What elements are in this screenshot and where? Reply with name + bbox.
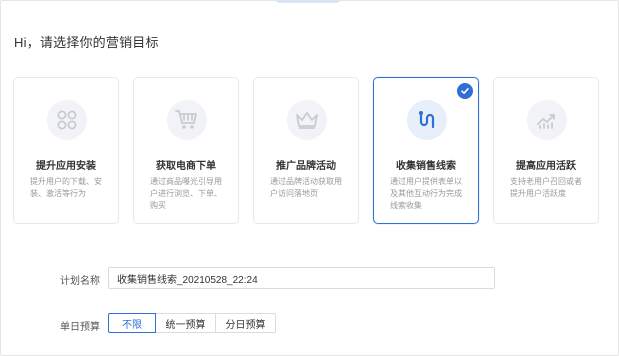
goal-card-sales-leads[interactable]: 收集销售线索 通过用户提供表单以及其他互动行为完成线索收集 xyxy=(373,77,479,224)
route-path-icon xyxy=(407,100,447,140)
goal-card-desc: 通过商品曝光引导用户进行浏览、下单、购买 xyxy=(150,177,222,210)
goal-card-desc: 支持老用户召回或者提升用户活跃度 xyxy=(510,177,582,198)
goal-card-title: 收集销售线索 xyxy=(396,161,456,172)
plan-name-input[interactable] xyxy=(108,267,495,289)
budget-option-daily[interactable]: 分日预算 xyxy=(215,313,276,333)
goal-card-title: 提升应用安装 xyxy=(36,161,96,172)
goal-card-title: 获取电商下单 xyxy=(156,161,216,172)
shopping-cart-icon xyxy=(167,100,207,140)
selected-check-icon xyxy=(457,83,473,99)
budget-label: 单日预算 xyxy=(60,322,100,333)
page-title: Hi，请选择你的营销目标 xyxy=(14,35,159,50)
growth-chart-icon xyxy=(527,100,567,140)
budget-segmented-control: 不限 统一预算 分日预算 xyxy=(108,313,276,333)
goal-card-desc: 提升用户的下载、安装、激活等行为 xyxy=(30,177,102,198)
crown-icon xyxy=(287,100,327,140)
budget-option-unlimited[interactable]: 不限 xyxy=(108,313,156,333)
budget-option-unified[interactable]: 统一预算 xyxy=(155,313,216,333)
goal-card-desc: 通过用户提供表单以及其他互动行为完成线索收集 xyxy=(390,177,462,210)
goal-card-app-install[interactable]: 提升应用安装 提升用户的下载、安装、激活等行为 xyxy=(13,77,119,224)
goal-card-title: 提高应用活跃 xyxy=(516,161,576,172)
goal-card-list: 提升应用安装 提升用户的下载、安装、激活等行为 获取电商下单 通过商品曝光引导用… xyxy=(13,77,607,227)
goal-card-ecommerce-order[interactable]: 获取电商下单 通过商品曝光引导用户进行浏览、下单、购买 xyxy=(133,77,239,224)
top-accent-bar xyxy=(276,0,340,3)
goal-card-desc: 通过品牌活动获取用户访问落地页 xyxy=(270,177,342,198)
apps-grid-icon xyxy=(47,100,87,140)
plan-name-label: 计划名称 xyxy=(60,276,100,287)
goal-card-brand-campaign[interactable]: 推广品牌活动 通过品牌活动获取用户访问落地页 xyxy=(253,77,359,224)
goal-card-title: 推广品牌活动 xyxy=(276,161,336,172)
goal-card-app-activity[interactable]: 提高应用活跃 支持老用户召回或者提升用户活跃度 xyxy=(493,77,599,224)
